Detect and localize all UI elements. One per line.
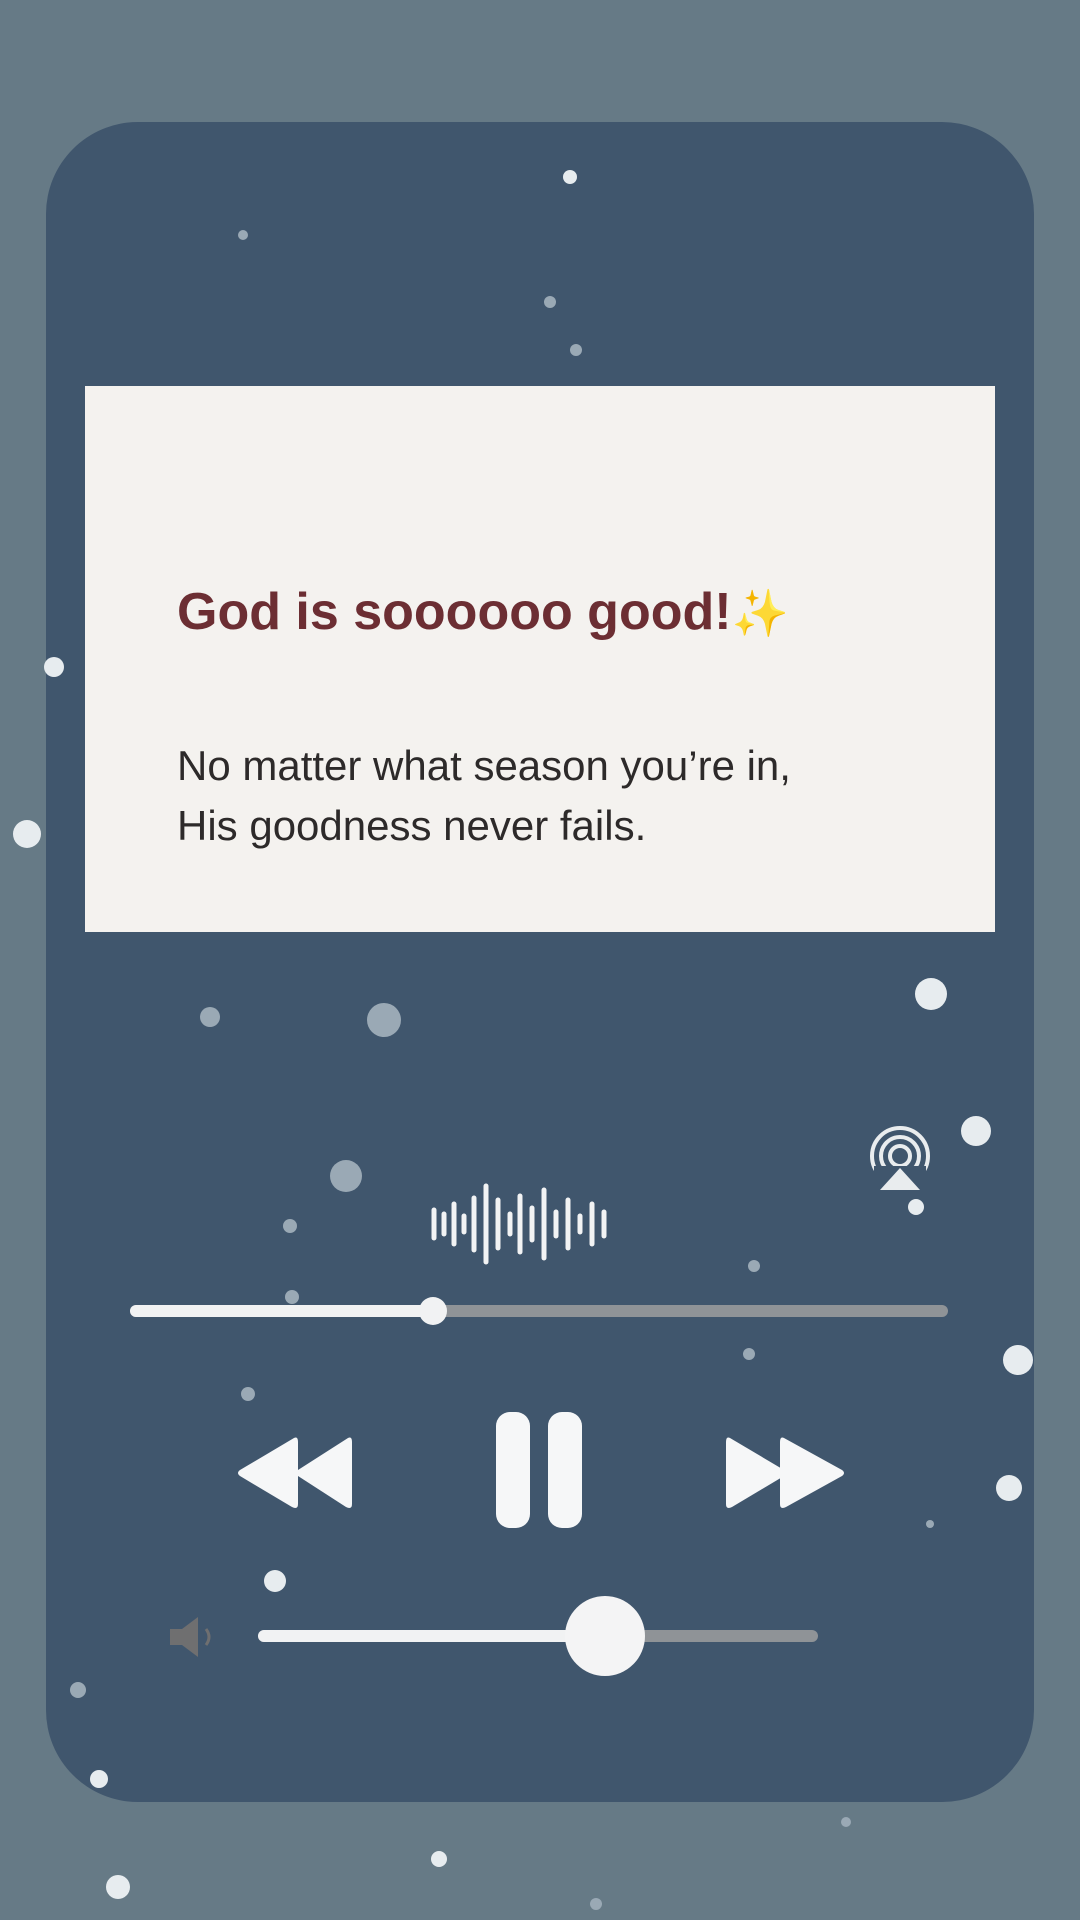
snowflake <box>13 820 41 848</box>
volume-slider[interactable] <box>258 1596 818 1676</box>
snowflake <box>748 1260 760 1272</box>
snowflake <box>570 344 582 356</box>
progress-bar[interactable] <box>130 1297 948 1325</box>
quote-title: God is soooooo good!✨ <box>177 582 789 642</box>
snowflake <box>563 170 577 184</box>
player-card <box>46 122 1034 1802</box>
rewind-icon[interactable] <box>236 1430 356 1516</box>
pause-icon[interactable] <box>492 1410 586 1530</box>
snowflake <box>841 1817 851 1827</box>
snowflake <box>1003 1345 1033 1375</box>
snowflake <box>908 1199 924 1215</box>
volume-icon <box>170 1617 211 1657</box>
snowflake <box>926 1520 934 1528</box>
quote-title-text: God is soooooo good! <box>177 583 732 641</box>
snowflake <box>106 1875 130 1899</box>
snowflake <box>44 657 64 677</box>
snowflake <box>996 1475 1022 1501</box>
quote-body-line: No matter what season you’re in, <box>177 742 791 789</box>
sparkles-icon: ✨ <box>731 587 789 639</box>
snowflake <box>200 1007 220 1027</box>
progress-fill <box>130 1305 433 1317</box>
snowflake <box>283 1219 297 1233</box>
snowflake <box>238 230 248 240</box>
snowflake <box>544 296 556 308</box>
snowflake <box>90 1770 108 1788</box>
progress-knob[interactable] <box>418 1297 447 1325</box>
snowflake <box>961 1116 991 1146</box>
snowflake <box>915 978 947 1010</box>
fast-forward-icon[interactable] <box>724 1430 848 1516</box>
quote-body: No matter what season you’re in, His goo… <box>177 736 791 856</box>
snowflake <box>285 1290 299 1304</box>
snowflake <box>264 1570 286 1592</box>
snowflake <box>431 1851 447 1867</box>
snowflake <box>743 1348 755 1360</box>
snowflake <box>590 1898 602 1910</box>
quote-body-line: His goodness never fails. <box>177 802 647 849</box>
quote-card: God is soooooo good!✨ No matter what sea… <box>85 386 995 932</box>
snowflake <box>70 1682 86 1698</box>
snowflake <box>241 1387 255 1401</box>
snowflake <box>367 1003 401 1037</box>
volume-fill <box>258 1630 606 1642</box>
volume-knob[interactable] <box>565 1596 646 1676</box>
airplay-icon[interactable] <box>866 1126 934 1194</box>
waveform-icon <box>431 1183 607 1265</box>
stage: God is soooooo good!✨ No matter what sea… <box>0 0 1080 1920</box>
snowflake <box>330 1160 362 1192</box>
